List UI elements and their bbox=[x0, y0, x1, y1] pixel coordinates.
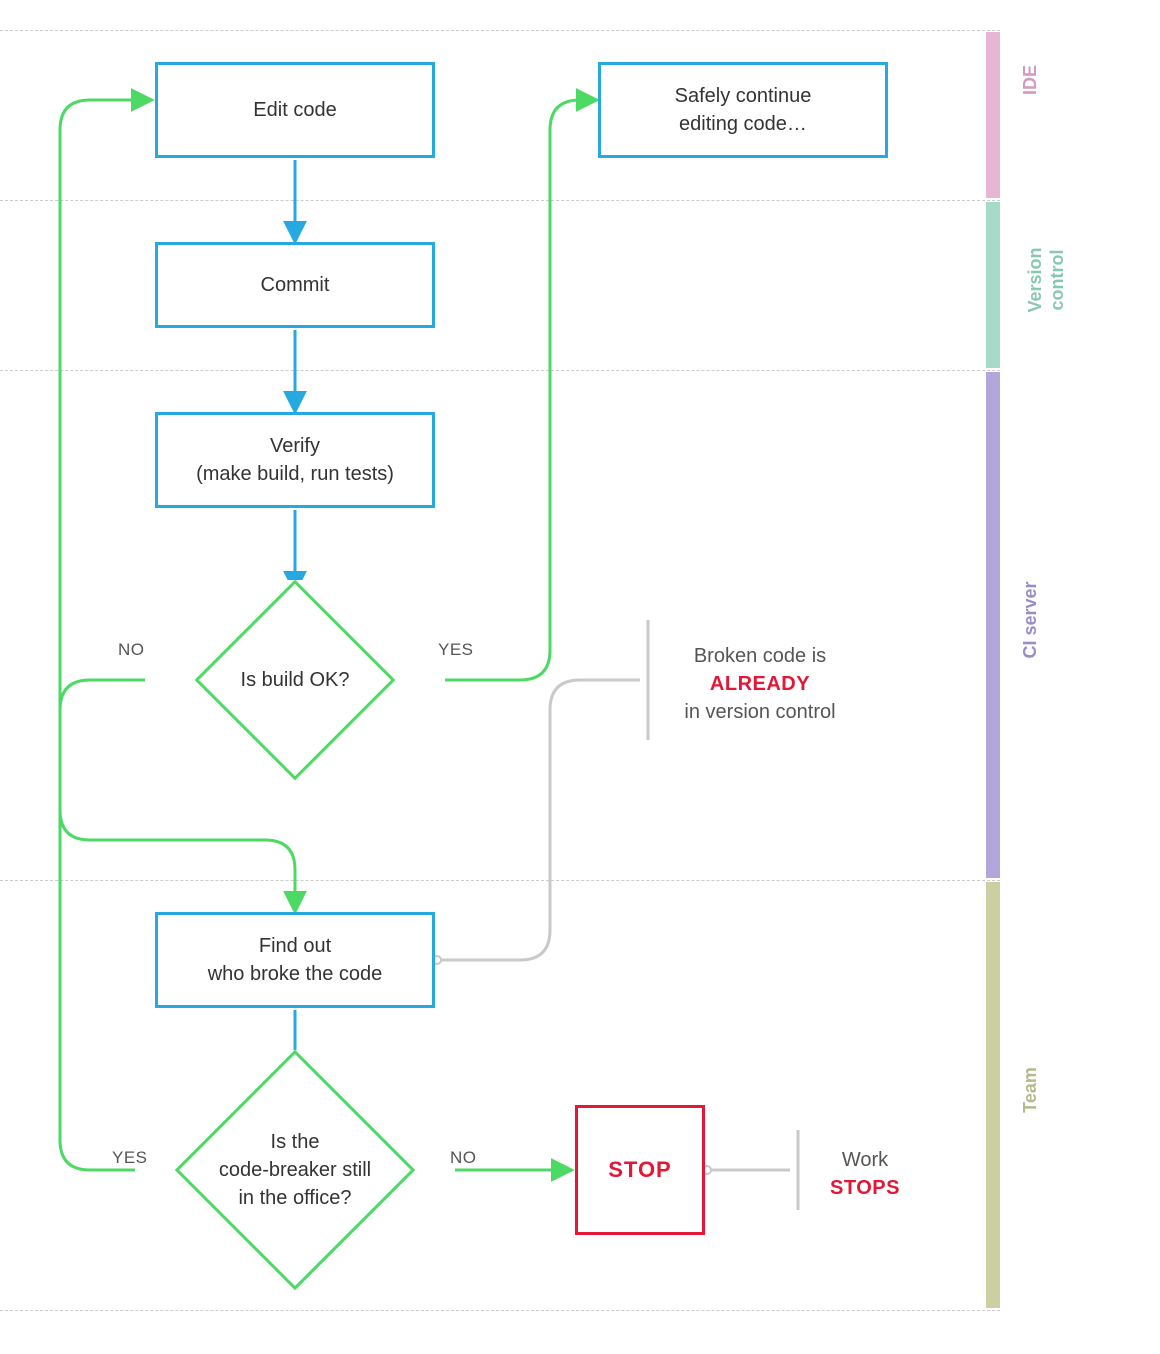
lane-divider bbox=[0, 30, 1000, 31]
annotation-strong: ALREADY bbox=[670, 670, 850, 698]
node-continue-editing: Safely continue editing code… bbox=[598, 62, 888, 158]
lane-bar-ide bbox=[986, 32, 1000, 198]
lane-bar-team bbox=[986, 882, 1000, 1308]
node-label: Commit bbox=[261, 271, 330, 299]
node-label: Find out who broke the code bbox=[208, 932, 383, 988]
edge-label-yes: YES bbox=[438, 640, 474, 660]
annotation-broken-code: Broken code is ALREADY in version contro… bbox=[660, 636, 860, 732]
lane-label-vcs: Version control bbox=[1025, 230, 1068, 330]
edge-label-yes: YES bbox=[112, 1148, 148, 1168]
lane-divider bbox=[0, 880, 1000, 881]
edge-label-no: NO bbox=[118, 640, 145, 660]
annotation-line: Broken code is bbox=[670, 642, 850, 670]
node-label: Is build OK? bbox=[195, 666, 395, 694]
annotation-line: in version control bbox=[670, 698, 850, 726]
lane-label-ide: IDE bbox=[1020, 60, 1042, 100]
node-find-out: Find out who broke the code bbox=[155, 912, 435, 1008]
lane-bar-vcs bbox=[986, 202, 1000, 368]
lane-divider bbox=[0, 200, 1000, 201]
node-edit-code: Edit code bbox=[155, 62, 435, 158]
node-label: Safely continue editing code… bbox=[675, 82, 812, 138]
node-in-office: Is the code-breaker still in the office? bbox=[175, 1050, 415, 1290]
annotation-line: Work bbox=[820, 1146, 910, 1174]
node-label: Is the code-breaker still in the office? bbox=[195, 1128, 395, 1212]
lane-label-ci: CI server bbox=[1020, 570, 1042, 670]
node-is-build-ok: Is build OK? bbox=[195, 580, 395, 780]
lane-divider bbox=[0, 1310, 1000, 1311]
lane-divider bbox=[0, 370, 1000, 371]
edge-label-no: NO bbox=[450, 1148, 477, 1168]
node-stop: STOP bbox=[575, 1105, 705, 1235]
node-label: Edit code bbox=[253, 96, 336, 124]
node-label: Verify (make build, run tests) bbox=[196, 432, 394, 488]
annotation-work-stops: Work STOPS bbox=[810, 1140, 920, 1208]
annotation-strong: STOPS bbox=[820, 1174, 910, 1202]
node-commit: Commit bbox=[155, 242, 435, 328]
lane-bar-ci bbox=[986, 372, 1000, 878]
node-label: STOP bbox=[608, 1155, 672, 1186]
node-verify: Verify (make build, run tests) bbox=[155, 412, 435, 508]
lane-label-team: Team bbox=[1020, 1060, 1042, 1120]
